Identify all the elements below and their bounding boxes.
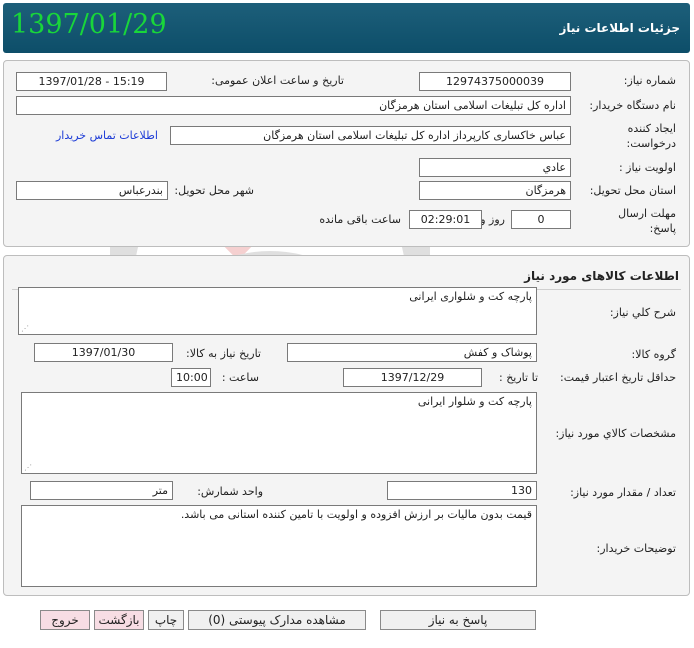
page-header: جزئیات اطلاعات نیاز 1397/01/29 [3, 3, 690, 53]
header-date: 1397/01/29 [11, 9, 167, 40]
buyer-label: نام دستگاه خریدار: [589, 99, 676, 112]
spec-label: مشخصات کالاي مورد نیاز: [555, 427, 676, 440]
announce-label: تاریخ و ساعت اعلان عمومی: [211, 74, 344, 87]
hour-label: ساعت : [221, 371, 259, 384]
resize-grip-icon: ⋰ [24, 463, 32, 472]
need-number-label: شماره نیاز: [623, 74, 676, 87]
unit-label: واحد شمارش: [197, 485, 263, 498]
view-attachments-button[interactable]: مشاهده مدارک پیوستی (0) [188, 610, 366, 630]
days-label: روز و [480, 213, 505, 226]
qty-field: 130 [387, 481, 537, 500]
resize-grip-icon: ⋰ [21, 324, 29, 333]
exit-button[interactable]: خروج [40, 610, 90, 630]
need-date-field: 1397/01/30 [34, 343, 173, 362]
notes-text: قیمت بدون مالیات بر ارزش افزوده و اولویت… [180, 508, 532, 521]
need-date-label: تاریخ نیاز به کالا: [186, 347, 261, 360]
priority-field: عادي [419, 158, 571, 177]
unit-field: متر [30, 481, 173, 500]
group-label: گروه کالا: [631, 348, 676, 361]
desc-textarea: پارچه کت و شلواری ایرانی ⋰ [18, 287, 537, 335]
deadline-label: مهلت ارسال پاسخ: [618, 207, 676, 235]
validity-label: حداقل تاریخ اعتبار قیمت: [560, 371, 676, 384]
buyer-contact-link[interactable]: اطلاعات تماس خریدار [56, 129, 158, 142]
goods-section-title: اطلاعات کالاهای مورد نیاز [524, 269, 679, 283]
spec-text: پارچه کت و شلوار ایرانی [417, 395, 532, 408]
hour-field: 10:00 [171, 368, 211, 387]
back-button[interactable]: بازگشت [94, 610, 144, 630]
time-remaining-label: ساعت باقی مانده [319, 213, 401, 226]
desc-text: پارچه کت و شلواری ایرانی [409, 290, 532, 303]
need-number-field: 12974375000039 [419, 72, 571, 91]
notes-textarea: قیمت بدون مالیات بر ارزش افزوده و اولویت… [21, 505, 537, 587]
city-field: بندرعباس [16, 181, 168, 200]
qty-label: تعداد / مقدار مورد نیاز: [570, 486, 676, 499]
need-details-panel: شماره نیاز: 12974375000039 تاریخ و ساعت … [3, 60, 690, 247]
goods-panel: اطلاعات کالاهای مورد نیاز شرح کلي نیاز: … [3, 255, 690, 596]
announce-field: 1397/01/28 - 15:19 [16, 72, 167, 91]
spec-textarea: پارچه کت و شلوار ایرانی ⋰ [21, 392, 537, 474]
desc-label: شرح کلي نیاز: [609, 306, 676, 319]
page-title: جزئیات اطلاعات نیاز [559, 21, 680, 35]
province-label: استان محل تحویل: [589, 184, 676, 197]
buyer-field: اداره کل تبلیغات اسلامی استان هرمزگان [16, 96, 571, 115]
until-label: تا تاریخ : [499, 371, 538, 384]
province-field: هرمزگان [419, 181, 571, 200]
until-date-field: 1397/12/29 [343, 368, 482, 387]
group-field: پوشاک و کفش [287, 343, 537, 362]
reply-button[interactable]: پاسخ به نیاز [380, 610, 536, 630]
time-remaining-field: 02:29:01 [409, 210, 482, 229]
days-field: 0 [511, 210, 571, 229]
print-button[interactable]: چاپ [148, 610, 184, 630]
notes-label: توضیحات خریدار: [596, 542, 677, 555]
creator-field: عباس خاکساری کارپرداز اداره کل تبلیغات ا… [170, 126, 571, 145]
city-label: شهر محل تحویل: [174, 184, 254, 197]
priority-label: اولویت نیاز : [618, 161, 676, 174]
creator-label: ایجاد کننده درخواست: [626, 122, 676, 150]
